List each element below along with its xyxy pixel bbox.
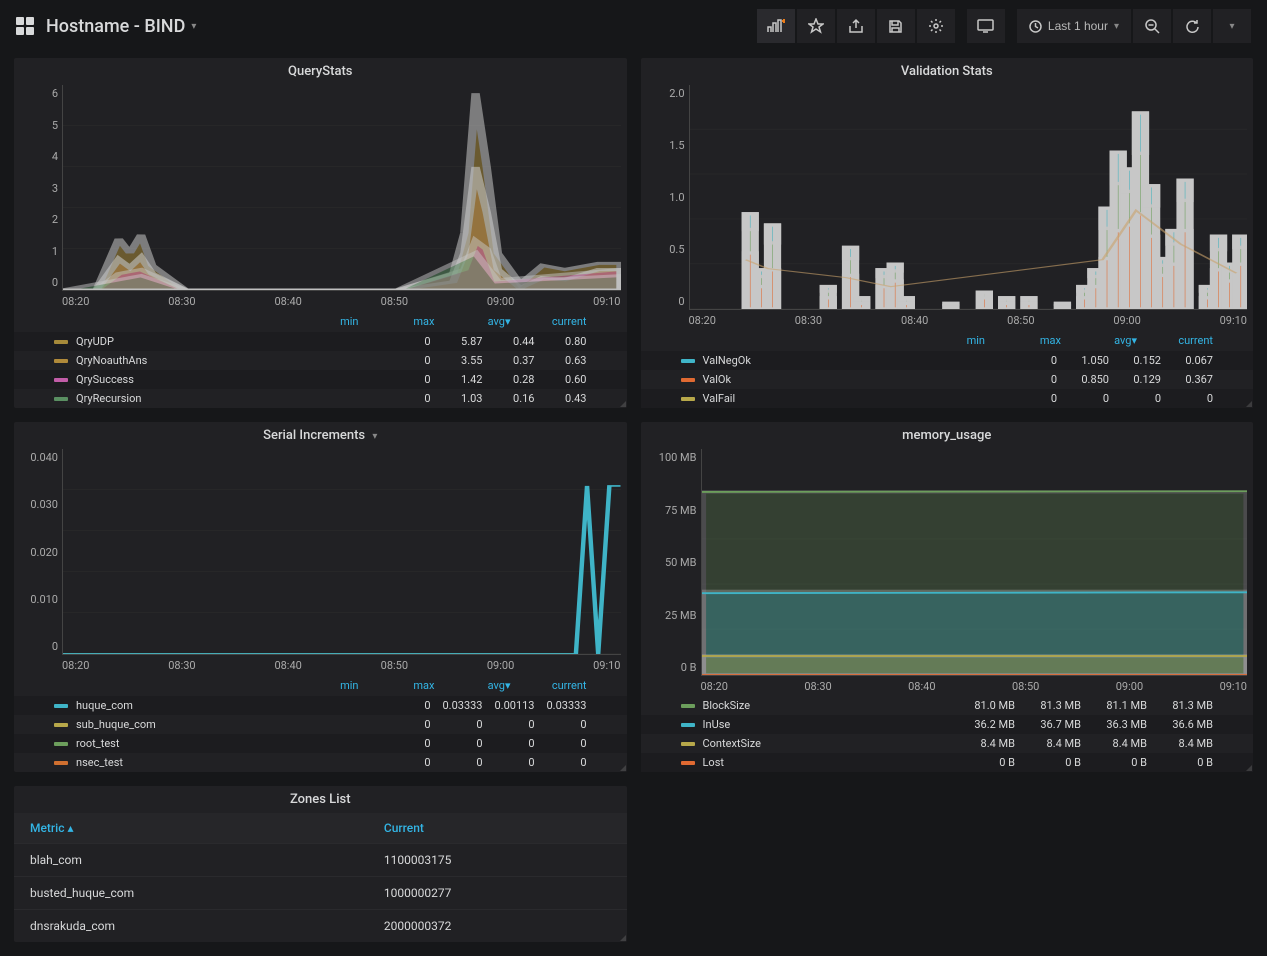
panel-zones: Zones List Metric ▴ Current blah_com1100… bbox=[14, 786, 627, 942]
table-row[interactable]: dnsrakuda_com2000000372 bbox=[14, 910, 627, 943]
legend-row[interactable]: ValFail0000 bbox=[641, 389, 1254, 408]
add-panel-button[interactable] bbox=[757, 9, 795, 43]
x-axis: 08:2008:3008:4008:5009:0009:10 bbox=[62, 657, 621, 675]
legend-row[interactable]: ValNegOk01.0500.1520.067 bbox=[641, 351, 1254, 370]
y-axis: 0.0400.0300.0200.0100 bbox=[14, 449, 62, 655]
col-metric[interactable]: Metric ▴ bbox=[14, 813, 368, 844]
chevron-down-icon: ▾ bbox=[1229, 21, 1234, 32]
chevron-down-icon: ▾ bbox=[1114, 21, 1119, 32]
legend-serial: minmaxavg▾currenthuque_com00.033330.0011… bbox=[14, 675, 627, 772]
plot-area[interactable] bbox=[689, 85, 1248, 310]
panel-serial: Serial Increments ▾ 0.0400.0300.0200.010… bbox=[14, 422, 627, 772]
resize-handle[interactable] bbox=[617, 398, 627, 408]
x-axis: 08:2008:3008:4008:5009:0009:10 bbox=[62, 293, 621, 311]
share-button[interactable] bbox=[837, 9, 875, 43]
header-toolbar: Last 1 hour▾ ▾ bbox=[757, 9, 1251, 43]
legend-row[interactable]: root_test0000 bbox=[14, 734, 627, 753]
y-axis: 2.01.51.00.50 bbox=[641, 85, 689, 310]
legend-row[interactable]: sub_huque_com0000 bbox=[14, 715, 627, 734]
legend-row[interactable]: BlockSize81.0 MB81.3 MB81.1 MB81.3 MB bbox=[641, 696, 1254, 715]
zoom-out-button[interactable] bbox=[1133, 9, 1171, 43]
y-axis: 100 MB75 MB50 MB25 MB0 B bbox=[641, 449, 701, 676]
table-row[interactable]: busted_huque_com1000000277 bbox=[14, 877, 627, 910]
chart-serial[interactable]: 0.0400.0300.0200.0100 08:2008:3008:4008:… bbox=[14, 449, 627, 675]
legend-memory: BlockSize81.0 MB81.3 MB81.1 MB81.3 MBInU… bbox=[641, 696, 1254, 772]
col-current[interactable]: Current bbox=[368, 813, 627, 844]
chart-validation[interactable]: 2.01.51.00.50 08:2008:3008:4008:5009:000… bbox=[641, 85, 1254, 330]
x-axis: 08:2008:3008:4008:5009:0009:10 bbox=[701, 678, 1248, 696]
y-axis: 6543210 bbox=[14, 85, 62, 291]
legend-row[interactable]: QrySuccess01.420.280.60 bbox=[14, 370, 627, 389]
panel-title[interactable]: Zones List bbox=[14, 786, 627, 813]
resize-handle[interactable] bbox=[1243, 762, 1253, 772]
chart-memory[interactable]: 100 MB75 MB50 MB25 MB0 B 08:2008:3008:40… bbox=[641, 449, 1254, 696]
top-header: Hostname - BIND▾ Last 1 hour▾ ▾ bbox=[0, 0, 1267, 52]
time-range-button[interactable]: Last 1 hour▾ bbox=[1017, 9, 1131, 43]
tv-mode-button[interactable] bbox=[967, 9, 1005, 43]
panel-title[interactable]: QueryStats bbox=[14, 58, 627, 85]
resize-handle[interactable] bbox=[617, 932, 627, 942]
panel-title[interactable]: Validation Stats bbox=[641, 58, 1254, 85]
plot-area[interactable] bbox=[62, 449, 621, 655]
panel-grid: QueryStats 6543210 08:2008:3008:4008:500… bbox=[0, 52, 1267, 956]
legend-row[interactable]: InUse36.2 MB36.7 MB36.3 MB36.6 MB bbox=[641, 715, 1254, 734]
chevron-down-icon: ▾ bbox=[372, 431, 377, 442]
legend-row[interactable]: ValOk00.8500.1290.367 bbox=[641, 370, 1254, 389]
panel-title[interactable]: memory_usage bbox=[641, 422, 1254, 449]
plot-area[interactable] bbox=[62, 85, 621, 291]
zones-table: Metric ▴ Current blah_com1100003175buste… bbox=[14, 813, 627, 942]
resize-handle[interactable] bbox=[1243, 398, 1253, 408]
legend-row[interactable]: QryRecursion01.030.160.43 bbox=[14, 389, 627, 408]
save-button[interactable] bbox=[877, 9, 915, 43]
header-left: Hostname - BIND▾ bbox=[16, 16, 196, 37]
refresh-dropdown-button[interactable]: ▾ bbox=[1213, 9, 1251, 43]
panel-title[interactable]: Serial Increments ▾ bbox=[14, 422, 627, 449]
legend-querystats: minmaxavg▾currentQryUDP05.870.440.80QryN… bbox=[14, 311, 627, 408]
legend-row[interactable]: ContextSize8.4 MB8.4 MB8.4 MB8.4 MB bbox=[641, 734, 1254, 753]
legend-validation: minmaxavg▾currentValNegOk01.0500.1520.06… bbox=[641, 330, 1254, 408]
panel-querystats: QueryStats 6543210 08:2008:3008:4008:500… bbox=[14, 58, 627, 408]
dashboard-title[interactable]: Hostname - BIND▾ bbox=[46, 16, 196, 37]
x-axis: 08:2008:3008:4008:5009:0009:10 bbox=[689, 312, 1248, 330]
legend-row[interactable]: QryUDP05.870.440.80 bbox=[14, 332, 627, 351]
refresh-button[interactable] bbox=[1173, 9, 1211, 43]
plot-area[interactable] bbox=[701, 449, 1248, 676]
legend-row[interactable]: nsec_test0000 bbox=[14, 753, 627, 772]
legend-row[interactable]: huque_com00.033330.001130.03333 bbox=[14, 696, 627, 715]
table-row[interactable]: blah_com1100003175 bbox=[14, 844, 627, 877]
chevron-down-icon: ▾ bbox=[191, 21, 196, 32]
legend-row[interactable]: QryNoauthAns03.550.370.63 bbox=[14, 351, 627, 370]
star-button[interactable] bbox=[797, 9, 835, 43]
settings-button[interactable] bbox=[917, 9, 955, 43]
chart-querystats[interactable]: 6543210 08:2008:3008:4008:5009:0009:10 bbox=[14, 85, 627, 311]
resize-handle[interactable] bbox=[617, 762, 627, 772]
dashboard-grid-icon[interactable] bbox=[16, 17, 34, 35]
panel-validation: Validation Stats 2.01.51.00.50 08:2008:3… bbox=[641, 58, 1254, 408]
panel-memory: memory_usage 100 MB75 MB50 MB25 MB0 B 08… bbox=[641, 422, 1254, 772]
legend-row[interactable]: Lost0 B0 B0 B0 B bbox=[641, 753, 1254, 772]
